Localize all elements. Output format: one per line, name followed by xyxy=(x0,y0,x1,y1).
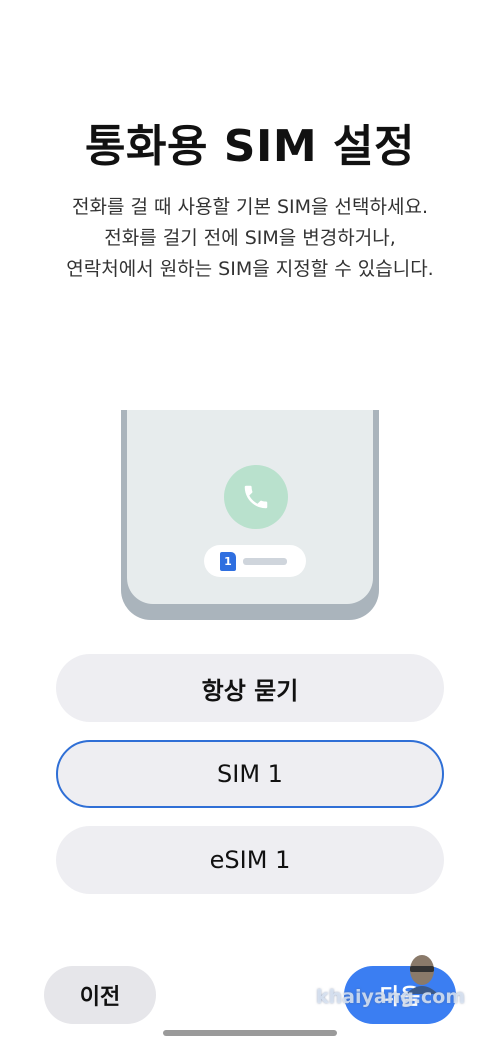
call-circle xyxy=(224,465,288,529)
option-sim-1[interactable]: SIM 1 xyxy=(56,740,444,808)
previous-button[interactable]: 이전 xyxy=(44,966,156,1024)
phone-illustration: 1 xyxy=(121,410,379,620)
description-line: 전화를 걸기 전에 SIM을 변경하거나, xyxy=(104,227,396,249)
option-always-ask[interactable]: 항상 묻기 xyxy=(56,654,444,722)
sim-indicator: 1 xyxy=(204,545,306,577)
description-line: 연락처에서 원하는 SIM을 지정할 수 있습니다. xyxy=(66,258,434,280)
phone-screen: 1 xyxy=(127,410,373,604)
next-button[interactable]: 다음 xyxy=(344,966,456,1024)
page-description: 전화를 걸 때 사용할 기본 SIM을 선택하세요. 전화를 걸기 전에 SIM… xyxy=(20,192,480,285)
sim-card-icon: 1 xyxy=(220,552,236,571)
phone-icon xyxy=(244,485,268,509)
description-line: 전화를 걸 때 사용할 기본 SIM을 선택하세요. xyxy=(71,196,428,218)
home-indicator[interactable] xyxy=(163,1030,337,1036)
sim-setup-screen: 통화용 SIM 설정 전화를 걸 때 사용할 기본 SIM을 선택하세요. 전화… xyxy=(0,0,500,1044)
option-esim-1[interactable]: eSIM 1 xyxy=(56,826,444,894)
page-title: 통화용 SIM 설정 xyxy=(85,121,415,172)
sim-name-placeholder xyxy=(243,558,287,565)
